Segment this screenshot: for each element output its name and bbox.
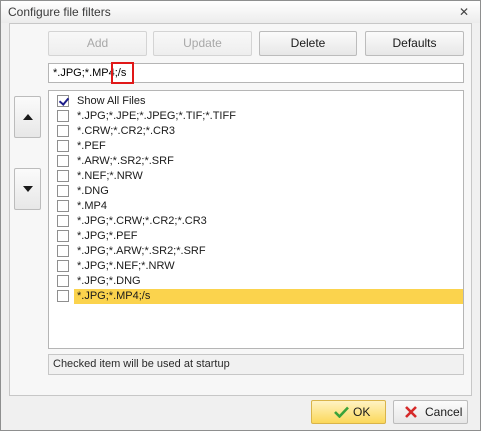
filter-list-item[interactable]: *.JPG;*.MP4;/s <box>53 289 463 304</box>
delete-button[interactable]: Delete <box>259 31 357 56</box>
filter-item-label: *.JPG;*.CRW;*.CR2;*.CR3 <box>77 215 207 227</box>
cancel-x-icon <box>405 406 417 418</box>
filter-item-label: *.JPG;*.DNG <box>77 275 141 287</box>
filter-checkbox[interactable] <box>57 230 69 242</box>
configure-file-filters-dialog: Configure file filters ✕ Add Update Dele… <box>0 0 481 431</box>
arrow-up-icon <box>23 114 33 120</box>
filter-list-item[interactable]: *.DNG <box>53 184 463 199</box>
title-bar: Configure file filters ✕ <box>1 1 480 23</box>
window-title: Configure file filters <box>8 5 111 19</box>
filter-checkbox[interactable] <box>57 110 69 122</box>
filter-list-item[interactable]: *.ARW;*.SR2;*.SRF <box>53 154 463 169</box>
filter-checkbox[interactable] <box>57 140 69 152</box>
filter-item-label: *.JPG;*.NEF;*.NRW <box>77 260 175 272</box>
filter-pattern-input[interactable] <box>48 63 464 83</box>
filter-item-label: *.NEF;*.NRW <box>77 170 143 182</box>
filter-list-item[interactable]: *.JPG;*.JPE;*.JPEG;*.TIF;*.TIFF <box>53 109 463 124</box>
filter-list-item[interactable]: *.NEF;*.NRW <box>53 169 463 184</box>
arrow-down-icon <box>23 186 33 192</box>
filter-checkbox[interactable] <box>57 215 69 227</box>
filter-checkbox[interactable] <box>57 125 69 137</box>
filter-item-label: Show All Files <box>77 95 146 107</box>
update-button[interactable]: Update <box>153 31 252 56</box>
filter-list-item[interactable]: *.JPG;*.NEF;*.NRW <box>53 259 463 274</box>
filter-list-item[interactable]: *.JPG;*.ARW;*.SR2;*.SRF <box>53 244 463 259</box>
filter-list-item[interactable]: *.JPG;*.DNG <box>53 274 463 289</box>
status-text: Checked item will be used at startup <box>48 354 464 375</box>
checkmark-icon <box>334 406 349 418</box>
filter-list-item[interactable]: Show All Files <box>53 94 463 109</box>
filter-item-label: *.CRW;*.CR2;*.CR3 <box>77 125 176 137</box>
cancel-button[interactable]: Cancel <box>393 400 468 424</box>
defaults-button[interactable]: Defaults <box>365 31 464 56</box>
filter-list-item[interactable]: *.PEF <box>53 139 463 154</box>
filter-item-label: *.JPG;*.JPE;*.JPEG;*.TIF;*.TIFF <box>77 110 236 122</box>
ok-label: OK <box>353 405 371 419</box>
filter-list-item[interactable]: *.JPG;*.CRW;*.CR2;*.CR3 <box>53 214 463 229</box>
filter-checkbox[interactable] <box>57 170 69 182</box>
filter-checkbox[interactable] <box>57 290 69 302</box>
filter-item-label: *.PEF <box>77 140 106 152</box>
filter-list: Show All Files *.JPG;*.JPE;*.JPEG;*.TIF;*… <box>48 90 464 349</box>
ok-button[interactable]: OK <box>311 400 386 424</box>
filter-item-label: *.ARW;*.SR2;*.SRF <box>77 155 174 167</box>
move-down-button[interactable] <box>14 168 41 210</box>
filter-checkbox[interactable] <box>57 200 69 212</box>
cancel-label: Cancel <box>425 405 463 419</box>
filter-list-item[interactable]: *.CRW;*.CR2;*.CR3 <box>53 124 463 139</box>
filter-list-item[interactable]: *.MP4 <box>53 199 463 214</box>
filter-item-label: *.DNG <box>77 185 109 197</box>
filter-checkbox[interactable] <box>57 185 69 197</box>
filter-item-label: *.JPG;*.ARW;*.SR2;*.SRF <box>77 245 206 257</box>
filter-item-label: *.MP4 <box>77 200 107 212</box>
filter-item-label: *.JPG;*.PEF <box>77 230 138 242</box>
filter-checkbox[interactable] <box>57 275 69 287</box>
filter-list-item[interactable]: *.JPG;*.PEF <box>53 229 463 244</box>
add-button[interactable]: Add <box>48 31 147 56</box>
move-up-button[interactable] <box>14 96 41 138</box>
filter-item-label: *.JPG;*.MP4;/s <box>74 289 463 304</box>
filter-checkbox[interactable] <box>57 260 69 272</box>
filter-checkbox[interactable] <box>57 95 69 107</box>
close-icon[interactable]: ✕ <box>457 5 471 19</box>
filter-checkbox[interactable] <box>57 155 69 167</box>
filter-checkbox[interactable] <box>57 245 69 257</box>
